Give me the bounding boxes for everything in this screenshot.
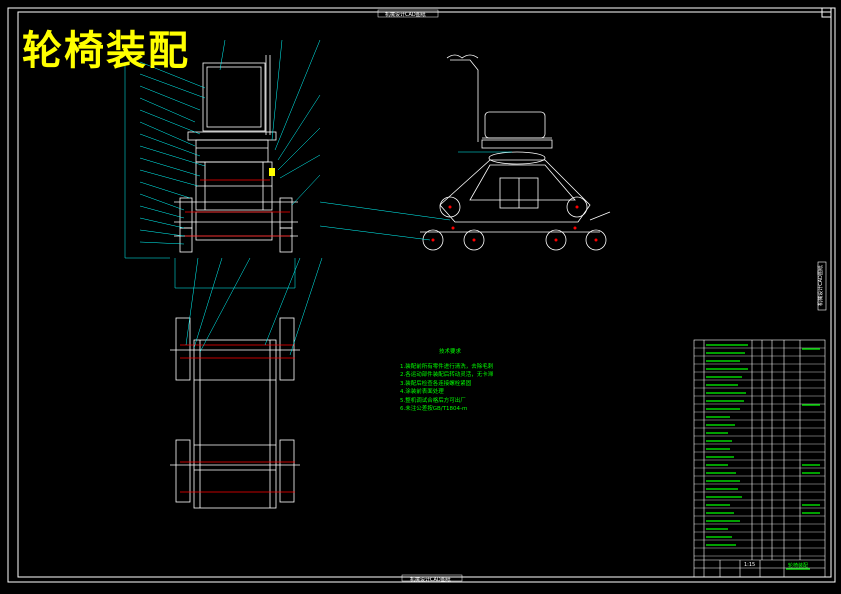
outer-border: [7, 7, 836, 583]
parts-list-green: [706, 344, 820, 570]
requirement-line: 4.涂装前表面处理: [400, 389, 444, 395]
requirement-line: 5.整机调试合格后方可出厂: [400, 397, 466, 404]
front-view-leaders: [124, 39, 321, 289]
side-view: [420, 54, 611, 233]
yellow-part: [269, 168, 275, 176]
top-label: 机械设计CAD图纸: [385, 12, 426, 18]
side-label: 机械设计CAD图纸: [817, 265, 824, 306]
inner-border: [17, 11, 832, 578]
parts-list-rows: [694, 347, 825, 557]
top-view: [170, 317, 300, 509]
top-view-leaders: [185, 257, 323, 356]
technical-requirements: 技术要求 1.装配前所有零件进行清洗，去除毛刺 2.各运动部件装配后转动灵活，无…: [400, 348, 500, 414]
title-block-name: 轮椅装配: [788, 563, 809, 569]
requirement-line: 2.各运动部件装配后转动灵活，无卡滞: [400, 372, 494, 378]
requirement-line: 3.装配后检查各连接螺栓紧固: [400, 380, 472, 387]
side-view-wheels: [422, 196, 607, 251]
drawing-title: 轮椅装配: [22, 28, 190, 74]
title-block-scale: 1:15: [744, 562, 756, 568]
requirement-line: 1.装配前所有零件进行清洗，去除毛刺: [400, 363, 494, 370]
side-view-leaders: [319, 151, 512, 241]
parts-list: [693, 339, 826, 578]
bottom-label: 机械设计CAD图纸: [410, 577, 451, 583]
requirements-heading: 技术要求: [438, 349, 461, 355]
requirement-line: 6.未注公差按GB/T1804-m: [400, 406, 468, 412]
side-view-hubs: [431, 205, 598, 242]
front-view-accents: [185, 179, 290, 237]
cad-drawing: [7, 7, 836, 583]
